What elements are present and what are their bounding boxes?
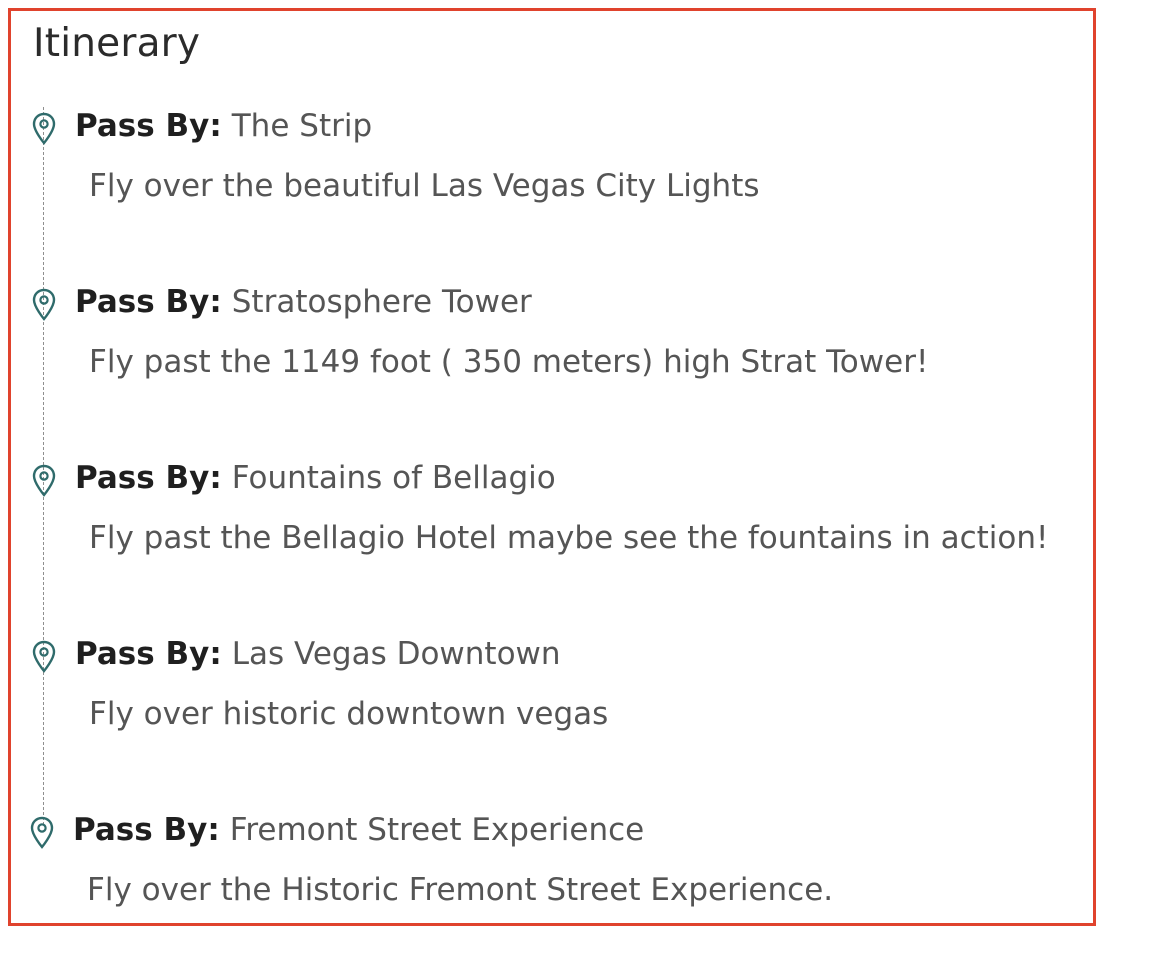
itinerary-stop: Pass By: Fremont Street Experience Fly ov…	[11, 811, 1091, 941]
itinerary-stop: Pass By: Stratosphere Tower Fly past the …	[11, 283, 1091, 413]
map-pin-icon	[29, 816, 55, 850]
itinerary-stop: Pass By: Las Vegas Downtown Fly over hist…	[11, 635, 1091, 765]
stop-place-name: Fountains of Bellagio	[231, 460, 556, 496]
stop-description: Fly past the Bellagio Hotel maybe see th…	[89, 520, 1049, 556]
stop-heading: Pass By: Fountains of Bellagio	[75, 459, 556, 497]
itinerary-stop: Pass By: Fountains of Bellagio Fly past t…	[11, 459, 1091, 589]
map-pin-icon	[31, 112, 57, 146]
map-pin-icon	[31, 288, 57, 322]
stop-description: Fly over the Historic Fremont Street Exp…	[87, 872, 834, 908]
stop-heading: Pass By: Fremont Street Experience	[73, 811, 644, 849]
pass-by-label: Pass By:	[73, 812, 220, 848]
itinerary-stop: Pass By: The Strip Fly over the beautiful…	[11, 107, 1091, 237]
pass-by-label: Pass By:	[75, 460, 222, 496]
stop-heading: Pass By: Stratosphere Tower	[75, 283, 532, 321]
stop-heading: Pass By: The Strip	[75, 107, 372, 145]
stop-place-name: Las Vegas Downtown	[231, 636, 561, 672]
stop-heading: Pass By: Las Vegas Downtown	[75, 635, 561, 673]
pass-by-label: Pass By:	[75, 108, 222, 144]
itinerary-panel: Itinerary Pass By: The Strip Fly over the…	[8, 8, 1096, 926]
stop-description: Fly over historic downtown vegas	[89, 696, 609, 732]
stop-description: Fly over the beautiful Las Vegas City Li…	[89, 168, 760, 204]
map-pin-icon	[31, 464, 57, 498]
stop-place-name: Stratosphere Tower	[231, 284, 532, 320]
stop-description: Fly past the 1149 foot ( 350 meters) hig…	[89, 344, 929, 380]
stop-place-name: The Strip	[231, 108, 373, 144]
pass-by-label: Pass By:	[75, 284, 222, 320]
itinerary-title: Itinerary	[33, 21, 201, 66]
map-pin-icon	[31, 640, 57, 674]
stop-place-name: Fremont Street Experience	[229, 812, 645, 848]
pass-by-label: Pass By:	[75, 636, 222, 672]
